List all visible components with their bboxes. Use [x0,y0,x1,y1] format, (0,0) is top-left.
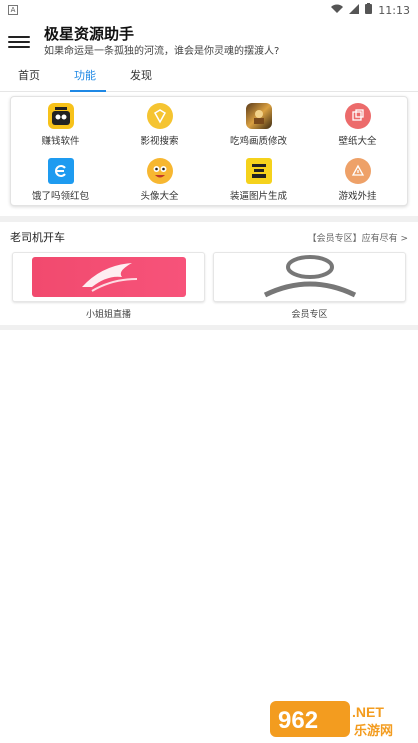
app-subtitle: 如果命运是一条孤独的河流，谁会是你灵魂的摆渡人? [44,46,280,57]
function-label: 赚钱软件 [41,136,80,147]
tab-discover[interactable]: 发现 [130,67,186,91]
image-maker-icon [245,158,272,184]
function-game-quality[interactable]: 吃鸡画质修改 [209,97,308,152]
watermark-domain: .NET [352,704,384,720]
function-label: 头像大全 [140,191,179,202]
vip-zone-banner [213,252,406,302]
function-avatar[interactable]: 头像大全 [110,152,209,207]
function-label: 吃鸡画质修改 [229,136,287,147]
function-label: 影视搜索 [140,136,179,147]
function-label: 饿了吗领红包 [31,191,89,202]
function-image-maker[interactable]: 装逼图片生成 [209,152,308,207]
section-more-link[interactable]: 【会员专区】应有尽有 > [308,231,408,244]
wallpaper-icon [344,103,371,129]
menu-icon[interactable] [8,31,30,53]
earn-icon [47,103,74,129]
card-vip-zone[interactable]: 会员专区 [213,252,406,320]
notification-icon: A [8,5,18,15]
watermark-number: 962 [278,707,318,734]
card-label: 小姐姐直播 [85,310,131,320]
signal-icon [349,3,360,17]
tab-home[interactable]: 首页 [18,67,74,91]
site-watermark: 962 .NET 乐游网 [270,699,410,739]
section-divider [0,325,418,330]
video-search-icon [146,103,173,129]
function-label: 装逼图片生成 [229,191,287,202]
tab-bar: 首页 功能 发现 [0,64,418,92]
battery-icon [365,3,373,17]
avatar-icon [146,158,173,184]
app-title: 极星资源助手 [44,25,135,43]
card-live-stream[interactable]: 小姐姐直播 [12,252,205,320]
function-grid: 赚钱软件 影视搜索 吃鸡画质修改 壁纸大全 饿了吗领红包 头像大全 装逼图片生成… [10,96,408,206]
section-title: 老司机开车 [10,231,65,244]
card-label: 会员专区 [291,310,328,320]
function-label: 游戏外挂 [338,191,377,202]
tab-functions[interactable]: 功能 [70,67,130,92]
status-bar: A 11:13 [0,0,418,20]
function-eleme[interactable]: 饿了吗领红包 [11,152,110,207]
card-row: 小姐姐直播 会员专区 [0,252,418,320]
eleme-icon [47,158,74,184]
live-stream-banner [12,252,205,302]
function-earn[interactable]: 赚钱软件 [11,97,110,152]
app-header: 极星资源助手 如果命运是一条孤独的河流，谁会是你灵魂的摆渡人? [0,20,418,64]
game-cheat-icon [344,158,371,184]
function-video-search[interactable]: 影视搜索 [110,97,209,152]
section-header: 老司机开车 【会员专区】应有尽有 > [0,222,418,252]
wifi-icon [331,4,344,17]
clock: 11:13 [378,3,410,17]
function-wallpaper[interactable]: 壁纸大全 [308,97,407,152]
function-label: 壁纸大全 [338,136,377,147]
function-game-cheat[interactable]: 游戏外挂 [308,152,407,207]
game-quality-icon [245,103,272,129]
watermark-site-name: 乐游网 [354,723,393,739]
